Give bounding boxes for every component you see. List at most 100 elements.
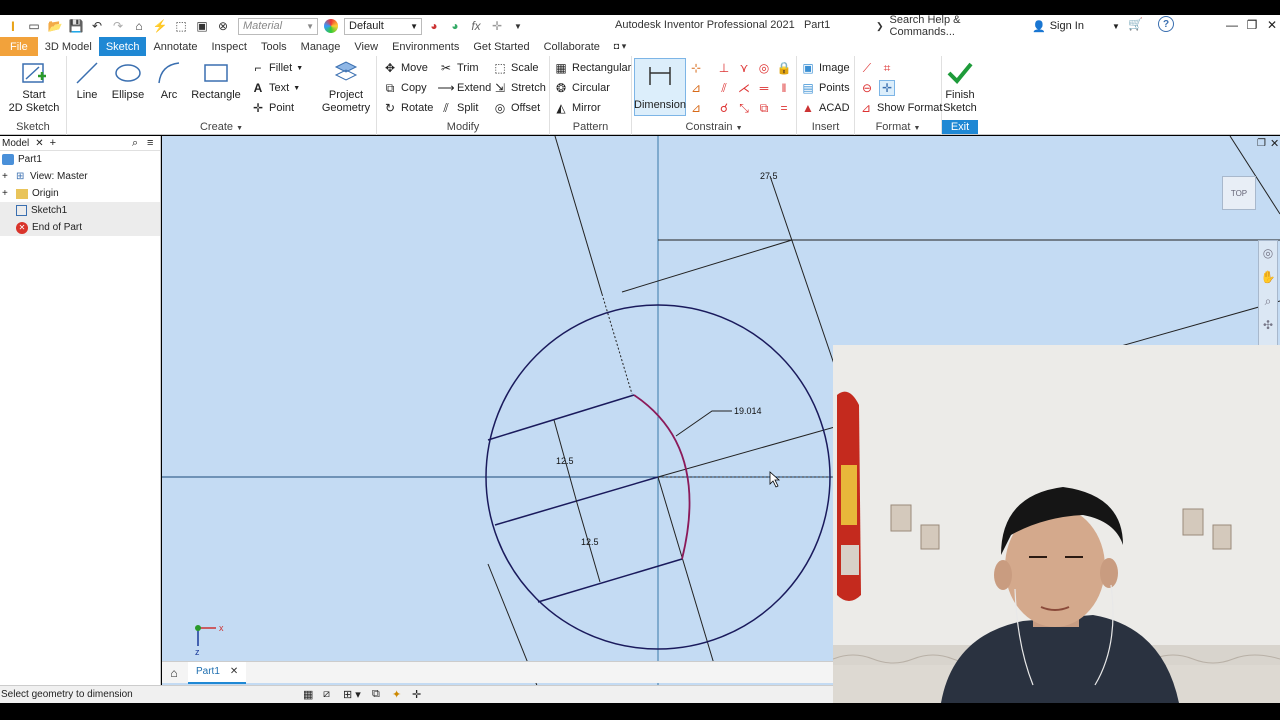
centerline-icon[interactable]: ⌗ [879, 60, 895, 76]
circular-pattern-button[interactable]: ❂ Circular [554, 79, 610, 97]
zoom-icon[interactable]: ⌕ [1259, 289, 1277, 313]
grid-icon[interactable]: ▦ [303, 688, 313, 701]
symmetric-icon[interactable]: ⧉ [756, 100, 772, 116]
update-icon[interactable]: ⚡ [151, 17, 169, 35]
tab-file[interactable]: File [0, 37, 38, 56]
rectangle-button[interactable]: Rectangle [191, 59, 241, 102]
project-geometry-button[interactable]: Project Geometry [319, 59, 373, 115]
search-icon[interactable]: ⌕ [132, 137, 138, 150]
help-search-input[interactable]: ❯ Search Help & Commands... [876, 14, 1024, 38]
fix-icon[interactable]: 🔒 [776, 60, 792, 76]
dimension-button[interactable]: Dimension [634, 58, 686, 116]
browser-tab-model[interactable]: Model [2, 138, 29, 149]
parallel-icon[interactable]: ⫽ [716, 80, 732, 96]
steering-wheel-icon[interactable]: ◎ [1259, 241, 1277, 265]
close-canvas-icon[interactable]: ✕ [1270, 137, 1279, 150]
tab-tools[interactable]: Tools [254, 37, 294, 56]
split-button[interactable]: ⫽ Split [439, 99, 478, 117]
dimension-upper-text[interactable]: 12.5 [556, 456, 574, 466]
appearance-combo[interactable]: Default ▼ [344, 17, 422, 35]
tab-view[interactable]: View [347, 37, 385, 56]
open-file-icon[interactable]: 📂 [46, 17, 64, 35]
tab-3d-model[interactable]: 3D Model [38, 37, 99, 56]
close-window-button[interactable]: ✕ [1262, 16, 1280, 34]
appearance-ball-icon[interactable] [324, 19, 338, 33]
fillet-button[interactable]: ⌐ Fillet ▼ [251, 59, 303, 77]
text-button[interactable]: A Text ▼ [251, 79, 300, 97]
start-2d-sketch-button[interactable]: Start 2D Sketch [8, 59, 60, 115]
auto-dimension-icon[interactable]: ⊿ [688, 80, 704, 96]
show-constraints-icon[interactable]: ⊿ [688, 100, 704, 116]
snap-icon[interactable]: ⧄ [323, 688, 330, 701]
parameters-fx-icon[interactable]: fx [467, 17, 485, 35]
tab-get-started[interactable]: Get Started [466, 37, 536, 56]
undo-icon[interactable]: ↶ [88, 17, 106, 35]
maximize-canvas-icon[interactable]: ❐ [1257, 138, 1266, 149]
equal-icon[interactable]: = [776, 100, 792, 116]
view-cube[interactable]: TOP [1222, 176, 1256, 210]
equal-lines-icon[interactable]: ⤡ [736, 100, 752, 116]
browser-item-end-of-part[interactable]: ✕ End of Part [0, 219, 160, 236]
collinear-icon[interactable]: ⋌ [736, 80, 752, 96]
insert-points-button[interactable]: ▤ Points [801, 79, 849, 97]
dimension-arc-text[interactable]: 19.014 [734, 406, 762, 416]
tab-collaborate[interactable]: Collaborate [537, 37, 607, 56]
format-panel-title[interactable]: Format ▼ [855, 120, 941, 134]
coincident-icon[interactable]: ⊹ [688, 60, 704, 76]
constraint-inference-icon[interactable]: ⊞ ▾ [343, 688, 361, 701]
doc-tab-part1[interactable]: Part1 ✕ [188, 661, 247, 684]
copy-button[interactable]: ⧉ Copy [383, 79, 427, 97]
tab-sketch[interactable]: Sketch [98, 37, 147, 56]
sketch-line[interactable] [537, 558, 683, 603]
sketch-line[interactable] [487, 394, 635, 441]
home-icon[interactable]: ⌂ [164, 666, 184, 680]
adjust-icon[interactable]: ◕ [425, 17, 443, 35]
concentric-icon[interactable]: ◎ [756, 60, 772, 76]
minimize-button[interactable]: — [1222, 16, 1242, 34]
close-browser-tab-icon[interactable]: ✕ [35, 138, 43, 149]
material-combo[interactable]: Material ▼ [238, 17, 318, 35]
show-format-button[interactable]: ⊿ Show Format [859, 99, 942, 117]
line-button[interactable]: Line [73, 59, 101, 102]
construction-line-dashed[interactable] [601, 293, 633, 395]
mirror-button[interactable]: ◭ Mirror [554, 99, 600, 117]
customize-icon[interactable]: ▼ [509, 17, 527, 35]
cart-icon[interactable]: 🛒 [1128, 17, 1143, 31]
perpendicular-icon[interactable]: ⊥ [716, 60, 732, 76]
pan-icon[interactable]: ✋ [1259, 265, 1277, 289]
help-icon[interactable]: ? [1158, 16, 1174, 32]
vertical-icon[interactable]: ‖ [776, 80, 792, 96]
smooth-icon[interactable]: ☌ [716, 100, 732, 116]
rotate-button[interactable]: ↻ Rotate [383, 99, 433, 117]
select-icon[interactable]: ⬚ [172, 17, 190, 35]
dimension-top-text[interactable]: 27.5 [760, 171, 778, 181]
arc-button[interactable]: Arc [155, 59, 183, 102]
tangent-icon[interactable]: ⋎ [736, 60, 752, 76]
relax-mode-icon[interactable]: ⧉ [372, 688, 380, 701]
browser-item-sketch1[interactable]: Sketch1 [0, 202, 160, 219]
inventor-logo-icon[interactable]: I [4, 17, 22, 35]
finish-sketch-button[interactable]: Finish Sketch [942, 59, 978, 115]
tab-manage[interactable]: Manage [294, 37, 348, 56]
clear-appearance-icon[interactable]: ◕ [446, 17, 464, 35]
constrain-panel-title[interactable]: Constrain ▼ [632, 120, 796, 134]
move-button[interactable]: ✥ Move [383, 59, 428, 77]
extend-button[interactable]: ⟶ Extend [437, 79, 491, 97]
construction-icon[interactable]: ⟋ [859, 60, 875, 76]
dimension-lower-text[interactable]: 12.5 [581, 537, 599, 547]
scale-button[interactable]: ⬚ Scale [493, 59, 538, 77]
insert-image-button[interactable]: ▣ Image [801, 59, 849, 77]
tab-inspect[interactable]: Inspect [205, 37, 254, 56]
redo-icon[interactable]: ↷ [109, 17, 127, 35]
rectangular-pattern-button[interactable]: ▦ Rectangular [554, 59, 631, 77]
horizontal-icon[interactable]: ═ [756, 80, 772, 96]
expand-plus-icon[interactable]: + [2, 171, 12, 182]
home-icon[interactable]: ⌂ [130, 17, 148, 35]
ellipse-button[interactable]: Ellipse [111, 59, 145, 102]
driven-dimension-icon[interactable]: ✛ [879, 80, 895, 96]
save-icon[interactable]: 💾 [67, 17, 85, 35]
construction-line[interactable] [657, 476, 715, 665]
browser-item-origin[interactable]: + Origin [0, 185, 160, 202]
create-panel-title[interactable]: Create ▼ [67, 120, 376, 134]
expand-plus-icon[interactable]: + [2, 188, 12, 199]
